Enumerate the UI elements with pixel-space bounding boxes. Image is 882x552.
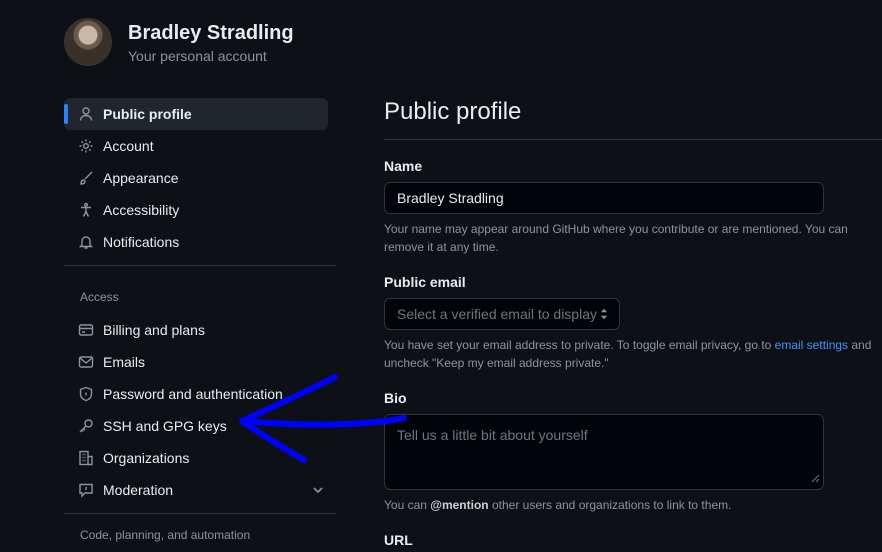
sidebar-item-emails[interactable]: Emails: [64, 346, 336, 378]
organization-icon: [78, 450, 94, 466]
avatar[interactable]: [64, 18, 112, 66]
select-arrows-icon: [597, 307, 611, 324]
url-label: URL: [384, 532, 413, 549]
bio-help-text: You can @mention other users and organiz…: [384, 496, 874, 514]
sidebar-item-label: Notifications: [103, 234, 180, 250]
sidebar-item-password[interactable]: Password and authentication: [64, 378, 336, 410]
key-icon: [78, 418, 94, 434]
sidebar-item-label: Billing and plans: [103, 322, 205, 338]
public-email-select[interactable]: Select a verified email to display: [384, 298, 620, 331]
sidebar-item-label: Public profile: [103, 106, 192, 122]
name-help-text: Your name may appear around GitHub where…: [384, 222, 848, 255]
sidebar-item-accessibility[interactable]: Accessibility: [64, 194, 336, 226]
bio-help-prefix: You can: [384, 498, 431, 513]
sidebar-item-label: Organizations: [103, 450, 190, 466]
sidebar-item-billing[interactable]: Billing and plans: [64, 314, 336, 346]
sidebar-item-organizations[interactable]: Organizations: [64, 442, 336, 474]
sidebar-group-heading: Access: [80, 290, 119, 304]
sidebar-divider: [64, 265, 336, 266]
sidebar-item-label: Account: [103, 138, 154, 154]
sidebar-item-public-profile[interactable]: Public profile: [64, 98, 328, 130]
account-header: Bradley Stradling Your personal account: [64, 18, 294, 66]
sidebar-item-label: Appearance: [103, 170, 179, 186]
sidebar-item-appearance[interactable]: Appearance: [64, 162, 336, 194]
email-help-text: You have set your email address to priva…: [384, 336, 874, 372]
name-label: Name: [384, 158, 423, 175]
sidebar-divider: [64, 513, 336, 514]
chevron-down-icon[interactable]: [310, 482, 326, 498]
report-icon: [78, 482, 94, 498]
sidebar-item-ssh-gpg-keys[interactable]: SSH and GPG keys: [64, 410, 336, 442]
bell-icon: [78, 234, 94, 250]
name-input-value: Bradley Stradling: [397, 190, 504, 207]
mention-text: @mention: [430, 498, 489, 513]
accessibility-icon: [78, 202, 94, 218]
paintbrush-icon: [78, 170, 94, 186]
sidebar-group-heading: Code, planning, and automation: [80, 528, 251, 542]
bio-label: Bio: [384, 390, 407, 407]
sidebar-item-label: Emails: [103, 354, 146, 370]
mail-icon: [78, 354, 94, 370]
public-email-placeholder: Select a verified email to display: [397, 306, 597, 323]
email-help-prefix: You have set your email address to priva…: [384, 338, 775, 353]
email-settings-link[interactable]: email settings: [775, 338, 848, 352]
name-input[interactable]: Bradley Stradling: [384, 182, 824, 215]
public-profile-form: Public profile Name Bradley Stradling Yo…: [384, 96, 882, 548]
bio-placeholder: Tell us a little bit about yourself: [397, 427, 588, 444]
sidebar-item-account[interactable]: Account: [64, 130, 336, 162]
sidebar-item-label: Password and authentication: [103, 386, 283, 402]
sidebar-item-moderation[interactable]: Moderation: [64, 474, 336, 506]
sidebar-item-label: Accessibility: [103, 202, 180, 218]
credit-card-icon: [78, 322, 94, 338]
gear-icon: [78, 138, 94, 154]
resize-grip-icon[interactable]: [810, 470, 820, 486]
bio-textarea[interactable]: Tell us a little bit about yourself: [384, 414, 824, 491]
shield-lock-icon: [78, 386, 94, 402]
bio-help-suffix: other users and organizations to link to…: [488, 498, 732, 513]
sidebar-item-label: SSH and GPG keys: [103, 418, 227, 434]
account-subtitle: Your personal account: [128, 48, 267, 64]
person-icon: [78, 106, 94, 122]
page-title: Public profile: [384, 96, 882, 141]
settings-sidebar: Public profile Account Appearance Access…: [64, 98, 336, 552]
sidebar-item-label: Moderation: [103, 482, 174, 498]
user-name[interactable]: Bradley Stradling: [128, 20, 294, 46]
sidebar-item-notifications[interactable]: Notifications: [64, 226, 336, 258]
public-email-label: Public email: [384, 274, 466, 291]
